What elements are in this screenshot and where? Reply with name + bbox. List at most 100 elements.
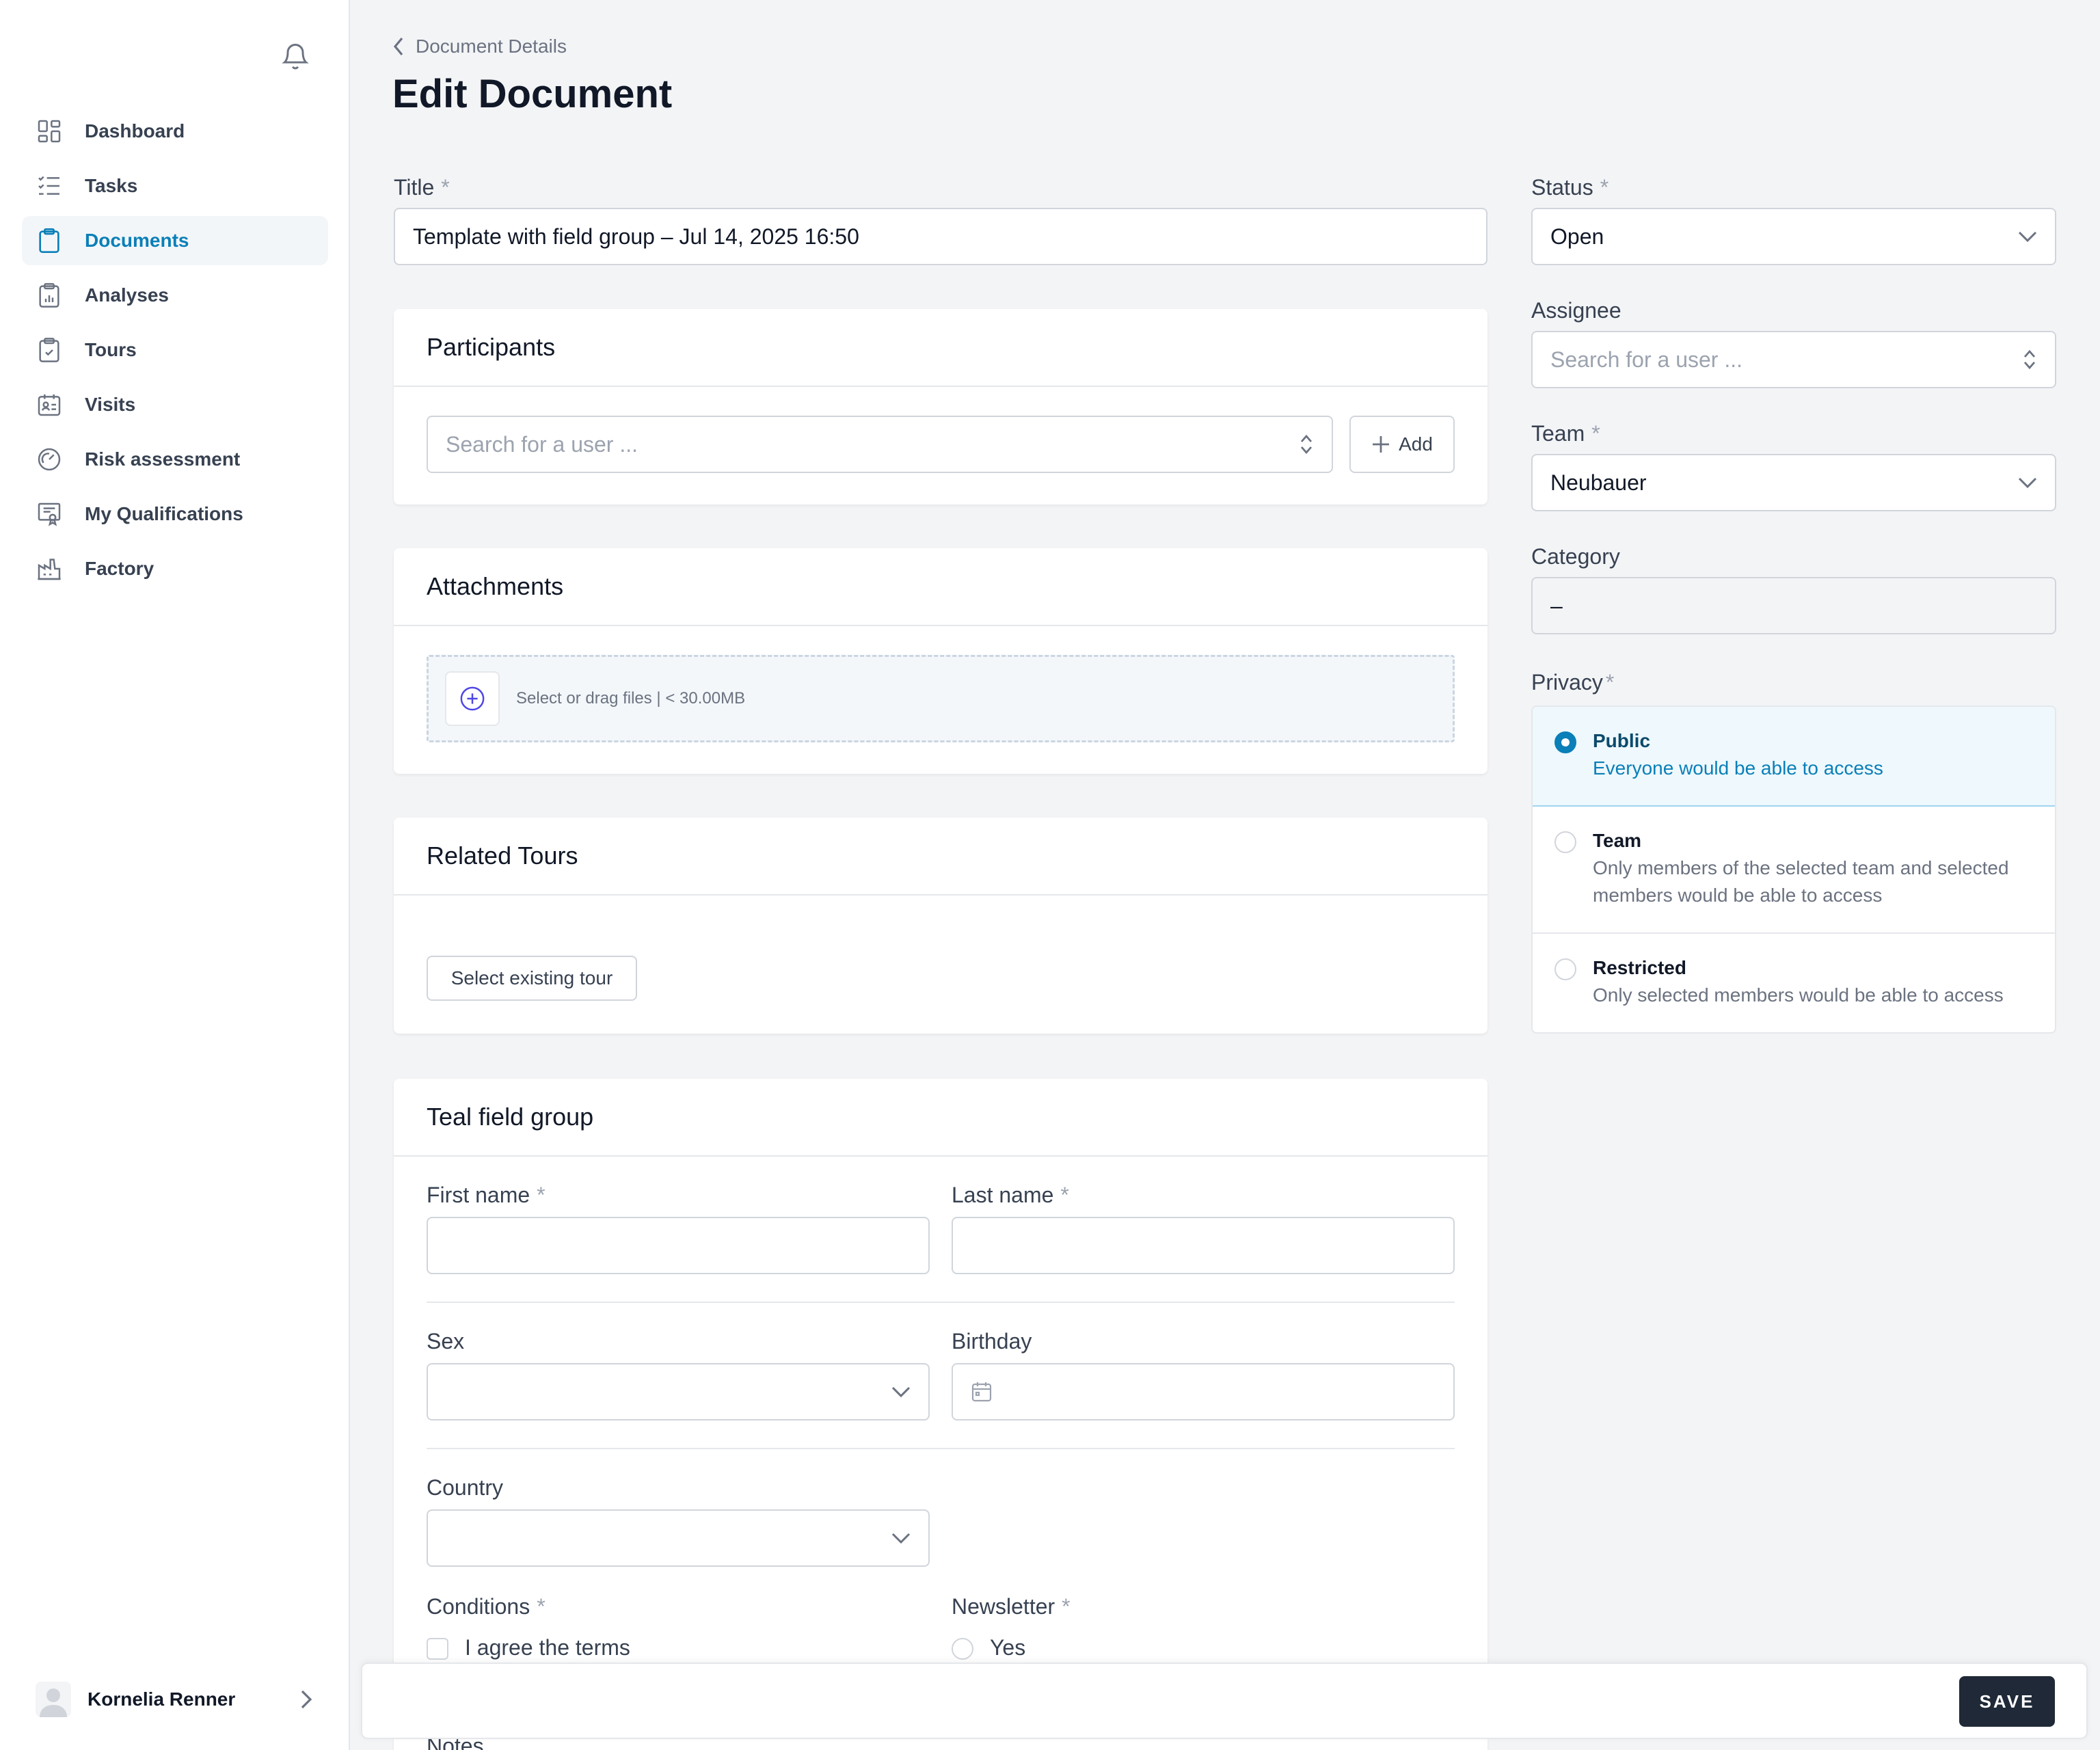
bell-icon[interactable] [280, 40, 310, 72]
privacy-option-desc: Only selected members would be able to a… [1593, 984, 2004, 1006]
participants-search-input[interactable]: Search for a user ... [427, 416, 1333, 473]
assignee-search-input[interactable]: Search for a user ... [1531, 331, 2056, 388]
chevron-right-icon [301, 1690, 312, 1709]
sidebar-item-dashboard[interactable]: Dashboard [22, 107, 328, 156]
sidebar-item-documents[interactable]: Documents [22, 216, 328, 265]
first-name-input[interactable] [427, 1217, 930, 1274]
conditions-option-label: I agree the terms [465, 1635, 630, 1660]
sidebar-nav: Dashboard Tasks Documents Analyses Tours… [22, 107, 328, 599]
sidebar-item-label: Tours [85, 339, 137, 360]
sidebar-item-label: My Qualifications [85, 503, 243, 524]
clipboard-chart-icon [39, 283, 59, 308]
sidebar-item-risk-assessment[interactable]: Risk assessment [22, 435, 328, 484]
sex-select[interactable] [427, 1363, 930, 1421]
team-label-text: Team [1531, 421, 1585, 446]
sidebar-item-label: Tasks [85, 175, 138, 196]
privacy-option-title: Public [1593, 730, 1651, 751]
breadcrumb[interactable]: Document Details [392, 33, 567, 60]
birthday-label: Birthday [952, 1329, 1032, 1354]
privacy-team-radio[interactable] [1554, 831, 1576, 853]
sidebar-item-tasks[interactable]: Tasks [22, 161, 328, 211]
required-mark: * [1062, 1594, 1071, 1619]
sidebar-item-label: Risk assessment [85, 448, 241, 470]
chevron-down-icon [891, 1533, 911, 1544]
add-participant-button[interactable]: Add [1349, 416, 1455, 473]
factory-icon [38, 558, 61, 580]
assignee-placeholder: Search for a user ... [1550, 347, 1743, 372]
required-mark: * [537, 1183, 546, 1207]
sidebar-item-my-qualifications[interactable]: My Qualifications [22, 489, 328, 539]
field-group-card: Teal field group First name * Last name * … [394, 1079, 1488, 1750]
user-icon [40, 1688, 67, 1717]
country-select[interactable] [427, 1509, 930, 1567]
certificate-icon [38, 502, 61, 526]
category-value: – [1550, 593, 1563, 618]
save-button[interactable]: SAVE [1959, 1676, 2055, 1727]
birthday-input[interactable] [952, 1363, 1455, 1421]
privacy-public-radio[interactable] [1554, 731, 1576, 753]
select-tour-label: Select existing tour [450, 967, 613, 988]
divider [427, 1302, 1455, 1303]
sidebar-item-tours[interactable]: Tours [22, 325, 328, 375]
privacy-option-team[interactable]: Team Only members of the selected team a… [1533, 807, 2055, 934]
sidebar-item-label: Documents [85, 230, 189, 251]
last-name-input[interactable] [952, 1217, 1455, 1274]
select-existing-tour-button[interactable]: Select existing tour [427, 956, 637, 1001]
avatar [36, 1682, 71, 1717]
newsletter-yes-radio[interactable] [952, 1638, 973, 1660]
user-menu[interactable]: Kornelia Renner [36, 1680, 316, 1719]
title-input[interactable]: Template with field group – Jul 14, 2025… [394, 208, 1488, 265]
first-name-label-text: First name [427, 1183, 530, 1207]
sidebar: Dashboard Tasks Documents Analyses Tours… [0, 0, 350, 1750]
status-select[interactable]: Open [1531, 208, 2056, 265]
divider [427, 1448, 1455, 1449]
newsletter-label-text: Newsletter [952, 1594, 1055, 1619]
required-mark: * [537, 1594, 546, 1619]
sidebar-item-visits[interactable]: Visits [22, 380, 328, 429]
upload-button[interactable] [445, 671, 500, 726]
status-value: Open [1550, 224, 1604, 249]
assignee-label: Assignee [1531, 298, 1621, 323]
category-label: Category [1531, 544, 1620, 569]
privacy-option-desc: Only members of the selected team and se… [1593, 857, 2009, 906]
newsletter-label: Newsletter * [952, 1594, 1071, 1619]
conditions-label-text: Conditions [427, 1594, 530, 1619]
privacy-option-public[interactable]: Public Everyone would be able to access [1533, 707, 2055, 807]
related-tours-heading: Related Tours [394, 818, 1488, 896]
sort-icon [2023, 349, 2036, 370]
dropzone-text: Select or drag files | < 30.00MB [516, 689, 746, 708]
chevron-down-icon [891, 1386, 911, 1398]
sidebar-item-analyses[interactable]: Analyses [22, 271, 328, 320]
first-name-label: First name * [427, 1183, 546, 1208]
newsletter-option-label: Yes [990, 1635, 1026, 1660]
team-select[interactable]: Neubauer [1531, 454, 2056, 511]
save-bar: SAVE [361, 1662, 2088, 1739]
calendar-icon [971, 1382, 992, 1402]
privacy-option-restricted[interactable]: Restricted Only selected members would b… [1533, 934, 2055, 1032]
participants-card: Participants Search for a user ... Add [394, 309, 1488, 504]
privacy-restricted-radio[interactable] [1554, 958, 1576, 980]
sex-label: Sex [427, 1329, 465, 1354]
sidebar-item-label: Visits [85, 394, 136, 415]
required-mark: * [1605, 670, 1615, 695]
privacy-option-title: Team [1593, 830, 1642, 851]
sidebar-item-label: Analyses [85, 284, 169, 306]
page-title: Edit Document [392, 72, 673, 116]
required-mark: * [1591, 421, 1600, 446]
gauge-icon [38, 448, 61, 471]
clipboard-icon [39, 228, 59, 253]
title-input-value: Template with field group – Jul 14, 2025… [413, 224, 859, 249]
country-label: Country [427, 1475, 504, 1500]
file-dropzone[interactable]: Select or drag files | < 30.00MB [427, 655, 1455, 742]
category-input[interactable]: – [1531, 577, 2056, 634]
participants-heading: Participants [394, 309, 1488, 387]
required-mark: * [1060, 1183, 1069, 1207]
field-group-heading: Teal field group [394, 1079, 1488, 1157]
last-name-label: Last name * [952, 1183, 1069, 1208]
status-label-text: Status [1531, 175, 1593, 200]
conditions-checkbox[interactable] [427, 1638, 448, 1660]
required-mark: * [441, 175, 450, 200]
chevron-left-icon [393, 37, 403, 56]
title-label-text: Title [394, 175, 435, 200]
sidebar-item-factory[interactable]: Factory [22, 544, 328, 593]
